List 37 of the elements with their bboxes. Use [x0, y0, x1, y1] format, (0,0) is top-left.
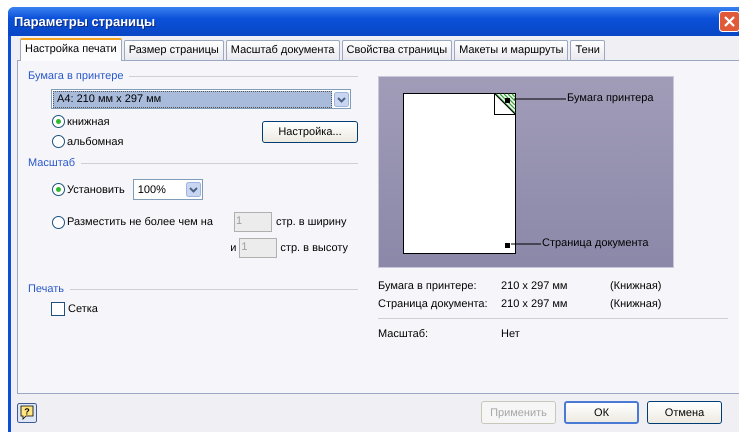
info-value: (Книжная) [610, 298, 662, 310]
close-icon[interactable] [719, 11, 739, 32]
info-value: (Книжная) [610, 280, 662, 292]
radio-option[interactable]: Установить [52, 183, 125, 196]
scale-dropdown[interactable]: 100% [132, 179, 203, 200]
window-title: Параметры страницы [14, 14, 156, 29]
field-label: стр. в высоту [280, 242, 348, 254]
leader-line [514, 98, 566, 100]
radio-option[interactable]: альбомная [52, 135, 124, 148]
radio-option[interactable]: книжная [52, 115, 124, 128]
dialog-button[interactable]: Отмена [647, 401, 722, 424]
group-title: Печать [28, 283, 64, 295]
info-label: Бумага в принтере: [378, 280, 478, 292]
group-title: Бумага в принтере [28, 70, 124, 82]
help-icon[interactable]: ? [17, 402, 37, 422]
tab[interactable]: Размер страницы [124, 40, 224, 60]
preview-label: Бумага принтера [567, 92, 654, 104]
leader-line [511, 243, 541, 245]
setup-button[interactable]: Настройка... [262, 120, 358, 142]
info-label: Страница документа: [378, 298, 489, 310]
paper-size-dropdown[interactable]: A4: 210 мм x 297 мм [51, 89, 351, 109]
tab[interactable]: Макеты и маршруты [454, 40, 568, 60]
info-value: 210 x 297 мм [501, 280, 568, 292]
info-value: Нет [501, 328, 521, 340]
dialog-button[interactable]: ОК [564, 401, 639, 424]
group-title: Масштаб [28, 157, 76, 169]
tab[interactable]: Настройка печати [20, 38, 122, 61]
radio-option[interactable]: Разместить не более чем на [52, 216, 230, 228]
tab[interactable]: Свойства страницы [342, 40, 452, 60]
field-label: стр. в ширину [276, 216, 346, 228]
checkbox-option[interactable]: Сетка [51, 302, 358, 316]
info-label: Масштаб: [378, 328, 430, 340]
preview-label: Страница документа [542, 237, 649, 249]
field-label: и [230, 242, 236, 254]
tab[interactable]: Масштаб документа [226, 40, 340, 60]
info-value: 210 x 297 мм [501, 298, 568, 310]
tab[interactable]: Тени [570, 40, 605, 60]
